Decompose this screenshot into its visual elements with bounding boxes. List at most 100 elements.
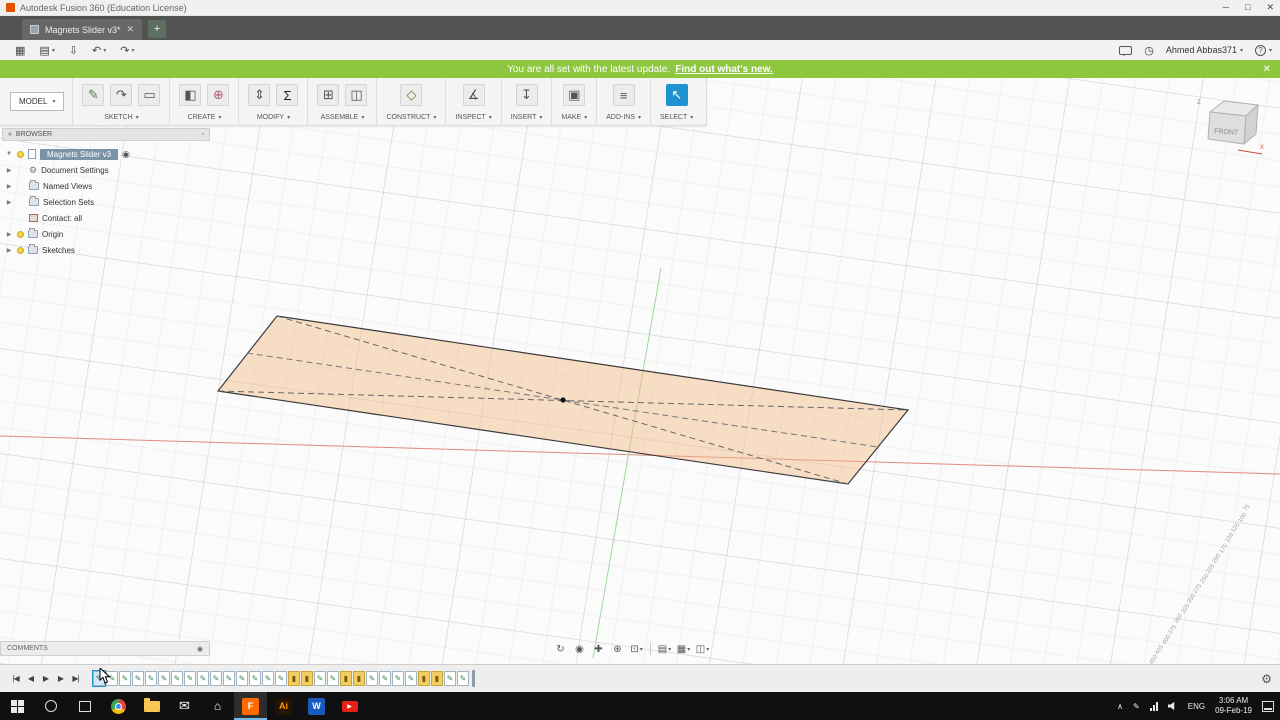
ribbon-group-sketch-menu[interactable]: SKETCH ▾ (82, 114, 160, 121)
timeline-item-sketch[interactable]: ✎ (210, 671, 222, 686)
help-button[interactable]: ? ▾ (1254, 44, 1272, 56)
sketch-arc-icon[interactable]: ↷ (110, 84, 133, 106)
tab-close-icon[interactable]: ✕ (127, 24, 135, 35)
browser-options-icon[interactable]: ◦ (202, 131, 204, 138)
feedback-icon[interactable] (1119, 45, 1133, 56)
viewports-icon[interactable]: ◫ ▾ (694, 642, 711, 657)
ribbon-group-construct-menu[interactable]: CONSTRUCT ▾ (386, 114, 436, 121)
timeline-item-feature[interactable]: ▮ (288, 671, 300, 686)
press-pull-icon[interactable]: ⇕ (248, 84, 271, 106)
activate-radio-icon[interactable]: ◉ (122, 149, 130, 160)
whats-new-link[interactable]: Find out what's new. (675, 64, 773, 75)
tray-expand-icon[interactable]: ∧ (1117, 702, 1123, 711)
insert-icon[interactable]: ↧ (515, 84, 538, 106)
timeline-item-sketch[interactable]: ✎ (405, 671, 417, 686)
go-to-end-button[interactable]: ▶| (68, 671, 83, 686)
file-menu-button[interactable]: ▤ ▾ (32, 44, 61, 57)
undo-button[interactable]: ↶ ▾ (85, 44, 113, 57)
step-back-button[interactable]: ◀ (23, 671, 38, 686)
fit-icon[interactable]: ⊡ ▾ (628, 642, 645, 657)
timeline-item-sketch[interactable]: ✎ (262, 671, 274, 686)
browser-item[interactable]: ▶ Named Views (2, 178, 210, 194)
browser-item[interactable]: ▶ Origin (2, 226, 210, 242)
timeline-item-sketch[interactable]: ✎ (327, 671, 339, 686)
network-icon[interactable] (1149, 701, 1158, 711)
browser-header[interactable]: « BROWSER ◦ (2, 128, 210, 141)
user-account-button[interactable]: Ahmed Abbas371 ▾ (1166, 45, 1243, 55)
minimize-button[interactable]: ─ (1223, 2, 1229, 13)
ribbon-group-assemble-menu[interactable]: ASSEMBLE ▾ (317, 114, 367, 121)
new-component-icon[interactable]: ⊞ (317, 84, 340, 106)
timeline-item-sketch[interactable]: ✎ (314, 671, 326, 686)
comments-options-icon[interactable]: ◉ (197, 645, 203, 653)
action-center-icon[interactable] (1262, 700, 1274, 712)
save-button[interactable]: ⇩ (62, 44, 85, 57)
look-at-icon[interactable]: ◉ (571, 642, 588, 657)
timeline-item-sketch[interactable]: ✎ (444, 671, 456, 686)
joint-icon[interactable]: ◫ (345, 84, 368, 106)
visibility-bulb-icon[interactable] (17, 150, 24, 158)
taskbar-app-mail[interactable]: ✉ (168, 692, 201, 720)
view-cube[interactable]: FRONT Z X (1194, 92, 1268, 160)
timeline-item-sketch[interactable]: ✎ (171, 671, 183, 686)
ribbon-group-inspect-menu[interactable]: INSPECT ▾ (455, 114, 491, 121)
timeline-item-feature[interactable]: ▮ (418, 671, 430, 686)
pen-icon[interactable]: ✎ (1133, 702, 1140, 711)
apps-grid-icon[interactable]: ▦ (8, 44, 32, 57)
rectangle-icon[interactable]: ▭ (138, 84, 161, 106)
expand-caret-icon[interactable]: ▶ (5, 183, 13, 190)
start-button[interactable] (0, 692, 34, 720)
timeline-item-sketch[interactable]: ✎ (223, 671, 235, 686)
grid-settings-icon[interactable]: ▦ ▾ (675, 642, 692, 657)
taskbar-app-fusion-360[interactable]: F (234, 692, 267, 720)
timeline-item-sketch[interactable]: ✎ (366, 671, 378, 686)
clock[interactable]: 3:06 AM 09-Feb-19 (1215, 696, 1252, 716)
browser-item[interactable]: ▶ Selection Sets (2, 194, 210, 210)
timeline-item-sketch[interactable]: ✎ (249, 671, 261, 686)
create-sketch-icon[interactable]: ✎ (82, 84, 105, 106)
form-sphere-icon[interactable]: ⊕ (207, 84, 230, 106)
redo-button[interactable]: ↷ ▾ (113, 44, 141, 57)
ribbon-group-create-menu[interactable]: CREATE ▾ (179, 114, 229, 121)
expand-caret-icon[interactable]: ▶ (5, 231, 13, 238)
zoom-icon[interactable]: ⊕ (609, 642, 626, 657)
comments-bar[interactable]: COMMENTS ◉ (0, 641, 210, 656)
timeline-item-sketch[interactable]: ✎ (132, 671, 144, 686)
timeline-item-feature[interactable]: ▮ (353, 671, 365, 686)
timeline-item-feature[interactable]: ▮ (340, 671, 352, 686)
addins-icon[interactable]: ≡ (612, 84, 635, 106)
timeline-settings-gear-icon[interactable]: ⚙ (1261, 672, 1272, 686)
taskbar-app-store[interactable]: ⌂ (201, 692, 234, 720)
workspace-switcher[interactable]: MODEL ▾ (10, 92, 65, 111)
taskbar-app-file-explorer[interactable] (135, 692, 168, 720)
collapse-panel-icon[interactable]: « (8, 131, 12, 138)
go-to-start-button[interactable]: |◀ (8, 671, 23, 686)
timeline-item-feature[interactable]: ▮ (301, 671, 313, 686)
browser-item[interactable]: ▶ ⚙ Document Settings (2, 162, 210, 178)
job-status-icon[interactable]: ◷ (1144, 44, 1154, 57)
timeline-item-sketch[interactable]: ✎ (236, 671, 248, 686)
document-tab[interactable]: Magnets Slider v3* ✕ (22, 19, 143, 40)
select-cursor-icon[interactable]: ↖ (665, 84, 688, 106)
measure-icon[interactable]: ∡ (462, 84, 485, 106)
close-button[interactable]: ✕ (1266, 2, 1274, 13)
cortana-search-button[interactable] (34, 692, 68, 720)
display-settings-icon[interactable]: ▤ ▾ (656, 642, 673, 657)
timeline-item-sketch[interactable]: ✎ (184, 671, 196, 686)
ribbon-group-add-ins-menu[interactable]: ADD-INS ▾ (606, 114, 641, 121)
pan-icon[interactable]: ✚ (590, 642, 607, 657)
expand-caret-icon[interactable]: ▶ (5, 199, 13, 206)
construct-plane-icon[interactable]: ◇ (400, 84, 423, 106)
banner-close-icon[interactable]: ✕ (1263, 64, 1271, 75)
taskbar-app-youtube[interactable]: ▶ (333, 692, 366, 720)
new-body-icon[interactable]: ◧ (179, 84, 202, 106)
timeline-item-sketch[interactable]: ✎ (392, 671, 404, 686)
taskbar-app-chrome[interactable] (102, 692, 135, 720)
expand-caret-icon[interactable]: ▶ (5, 167, 13, 174)
ribbon-group-make-menu[interactable]: MAKE ▾ (561, 114, 587, 121)
new-tab-button[interactable]: + (148, 20, 167, 38)
browser-root-item[interactable]: ▼ Magnets Slider v3 ◉ (2, 146, 210, 162)
visibility-bulb-icon[interactable] (17, 230, 24, 238)
timeline-item-sketch[interactable]: ✎ (158, 671, 170, 686)
maximize-button[interactable]: □ (1245, 2, 1250, 13)
